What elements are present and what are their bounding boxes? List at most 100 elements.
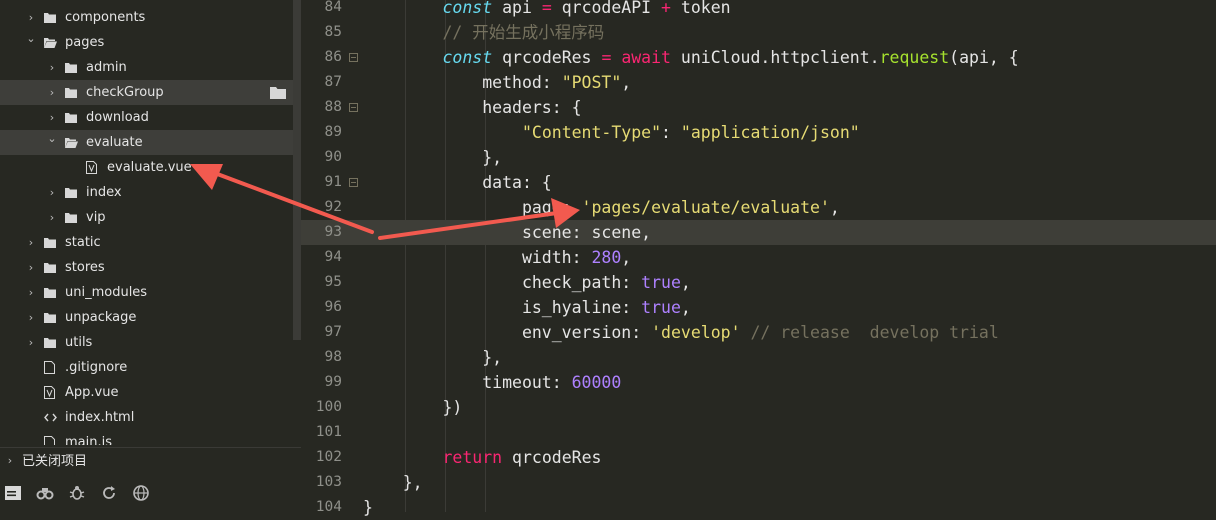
code-line[interactable]: 87 method: "POST",: [301, 70, 1216, 95]
tree-item-label: static: [65, 235, 101, 250]
code-line[interactable]: 104}: [301, 495, 1216, 520]
bug-icon[interactable]: [68, 484, 86, 502]
tree-item-static[interactable]: › static: [0, 230, 293, 255]
tree-item-main-js[interactable]: main.js: [0, 430, 293, 445]
code-line[interactable]: 91 data: {: [301, 170, 1216, 195]
globe-icon[interactable]: [132, 484, 150, 502]
code-line[interactable]: 84 const api = qrcodeAPI + token: [301, 0, 1216, 20]
code-line[interactable]: 95 check_path: true,: [301, 270, 1216, 295]
tree-item-evaluate-vue[interactable]: evaluate.vue: [0, 155, 293, 180]
binoculars-icon[interactable]: [36, 484, 54, 502]
vue-file-icon: [44, 386, 56, 399]
folder-icon: [44, 12, 56, 23]
code-line[interactable]: 92 page: 'pages/evaluate/evaluate',: [301, 195, 1216, 220]
code-text: method: "POST",: [363, 73, 632, 92]
code-line[interactable]: 96 is_hyaline: true,: [301, 295, 1216, 320]
code-line[interactable]: 100 }): [301, 395, 1216, 420]
line-number: 100: [315, 399, 342, 415]
tree-item-evaluate[interactable]: ⌄ evaluate: [0, 130, 293, 155]
open-folder-icon[interactable]: [270, 87, 286, 99]
tree-item-label: unpackage: [65, 310, 137, 325]
code-line[interactable]: 94 width: 280,: [301, 245, 1216, 270]
tree-item-index-html[interactable]: index.html: [0, 405, 293, 430]
explorer-icon[interactable]: [4, 484, 22, 502]
tree-item-admin[interactable]: › admin: [0, 55, 293, 80]
code-line[interactable]: 101: [301, 420, 1216, 445]
code-line[interactable]: 85 // 开始生成小程序码: [301, 20, 1216, 45]
file-explorer: › components ⌄ pages › admin › checkGroup › downl…: [0, 0, 301, 512]
line-number: 93: [324, 224, 342, 240]
code-line[interactable]: 103 },: [301, 470, 1216, 495]
code-text: is_hyaline: true,: [363, 298, 691, 317]
code-line[interactable]: 93 scene: scene,: [301, 220, 1216, 245]
line-number: 86: [324, 49, 342, 65]
line-number: 99: [324, 374, 342, 390]
tree-item-label: stores: [65, 260, 105, 275]
fold-toggle-icon[interactable]: [349, 178, 358, 187]
code-line[interactable]: 89 "Content-Type": "application/json": [301, 120, 1216, 145]
closed-projects-section[interactable]: › 已关闭项目: [0, 447, 301, 476]
tree-item-uni-modules[interactable]: › uni_modules: [0, 280, 293, 305]
code-text: env_version: 'develop' // release develo…: [363, 323, 999, 342]
code-line[interactable]: 90 },: [301, 145, 1216, 170]
folder-icon: [65, 112, 77, 123]
chevron-right-icon[interactable]: ›: [47, 80, 57, 105]
file-tree: › components ⌄ pages › admin › checkGroup › downl…: [0, 5, 293, 445]
sidebar-bottom-toolbar: [0, 476, 301, 512]
tree-item-gitignore[interactable]: .gitignore: [0, 355, 293, 380]
tree-item-label: admin: [86, 60, 127, 75]
tree-item-utils[interactable]: › utils: [0, 330, 293, 355]
line-number: 102: [315, 449, 342, 465]
chevron-right-icon[interactable]: ›: [26, 280, 36, 305]
folder-open-icon: [44, 37, 57, 48]
tree-item-app-vue[interactable]: App.vue: [0, 380, 293, 405]
chevron-down-icon[interactable]: ⌄: [26, 30, 36, 55]
tree-item-stores[interactable]: › stores: [0, 255, 293, 280]
chevron-right-icon[interactable]: ›: [47, 55, 57, 80]
tree-item-label: main.js: [65, 435, 112, 445]
line-number: 101: [315, 424, 342, 440]
code-line[interactable]: 86 const qrcodeRes = await uniCloud.http…: [301, 45, 1216, 70]
tree-item-vip[interactable]: › vip: [0, 205, 293, 230]
tree-item-checkgroup[interactable]: › checkGroup: [0, 80, 293, 105]
folder-icon: [65, 187, 77, 198]
file-icon: [44, 436, 56, 445]
refresh-icon[interactable]: [100, 484, 118, 502]
fold-toggle-icon[interactable]: [349, 53, 358, 62]
tree-item-download[interactable]: › download: [0, 105, 293, 130]
chevron-right-icon[interactable]: ›: [47, 105, 57, 130]
code-text: check_path: true,: [363, 273, 691, 292]
tree-item-pages[interactable]: ⌄ pages: [0, 30, 293, 55]
vue-file-icon: [86, 161, 98, 174]
tree-item-label: components: [65, 10, 146, 25]
line-number: 95: [324, 274, 342, 290]
chevron-right-icon[interactable]: ›: [26, 305, 36, 330]
code-text: },: [363, 473, 423, 492]
line-number: 104: [315, 499, 342, 515]
line-number: 84: [324, 0, 342, 15]
code-line[interactable]: 98 },: [301, 345, 1216, 370]
chevron-right-icon[interactable]: ›: [47, 205, 57, 230]
code-line[interactable]: 102 return qrcodeRes: [301, 445, 1216, 470]
tree-item-index[interactable]: › index: [0, 180, 293, 205]
chevron-right-icon[interactable]: ›: [26, 5, 36, 30]
chevron-down-icon[interactable]: ⌄: [47, 130, 57, 155]
chevron-right-icon[interactable]: ›: [26, 230, 36, 255]
tree-item-components[interactable]: › components: [0, 5, 293, 30]
code-line[interactable]: 99 timeout: 60000: [301, 370, 1216, 395]
code-text: const qrcodeRes = await uniCloud.httpcli…: [442, 48, 1019, 67]
code-line[interactable]: 88 headers: {: [301, 95, 1216, 120]
tree-item-label: download: [86, 110, 149, 125]
code-text: return qrcodeRes: [442, 448, 602, 467]
folder-open-icon: [65, 137, 78, 148]
chevron-right-icon[interactable]: ›: [26, 330, 36, 355]
fold-toggle-icon[interactable]: [349, 103, 358, 112]
chevron-right-icon[interactable]: ›: [47, 180, 57, 205]
tree-item-unpackage[interactable]: › unpackage: [0, 305, 293, 330]
folder-icon: [44, 312, 56, 323]
sidebar-scrollbar[interactable]: [293, 0, 301, 340]
code-line[interactable]: 97 env_version: 'develop' // release dev…: [301, 320, 1216, 345]
tree-item-label: checkGroup: [86, 85, 164, 100]
code-editor[interactable]: 84 const api = qrcodeAPI + token 85 // 开始…: [301, 0, 1216, 517]
chevron-right-icon[interactable]: ›: [26, 255, 36, 280]
